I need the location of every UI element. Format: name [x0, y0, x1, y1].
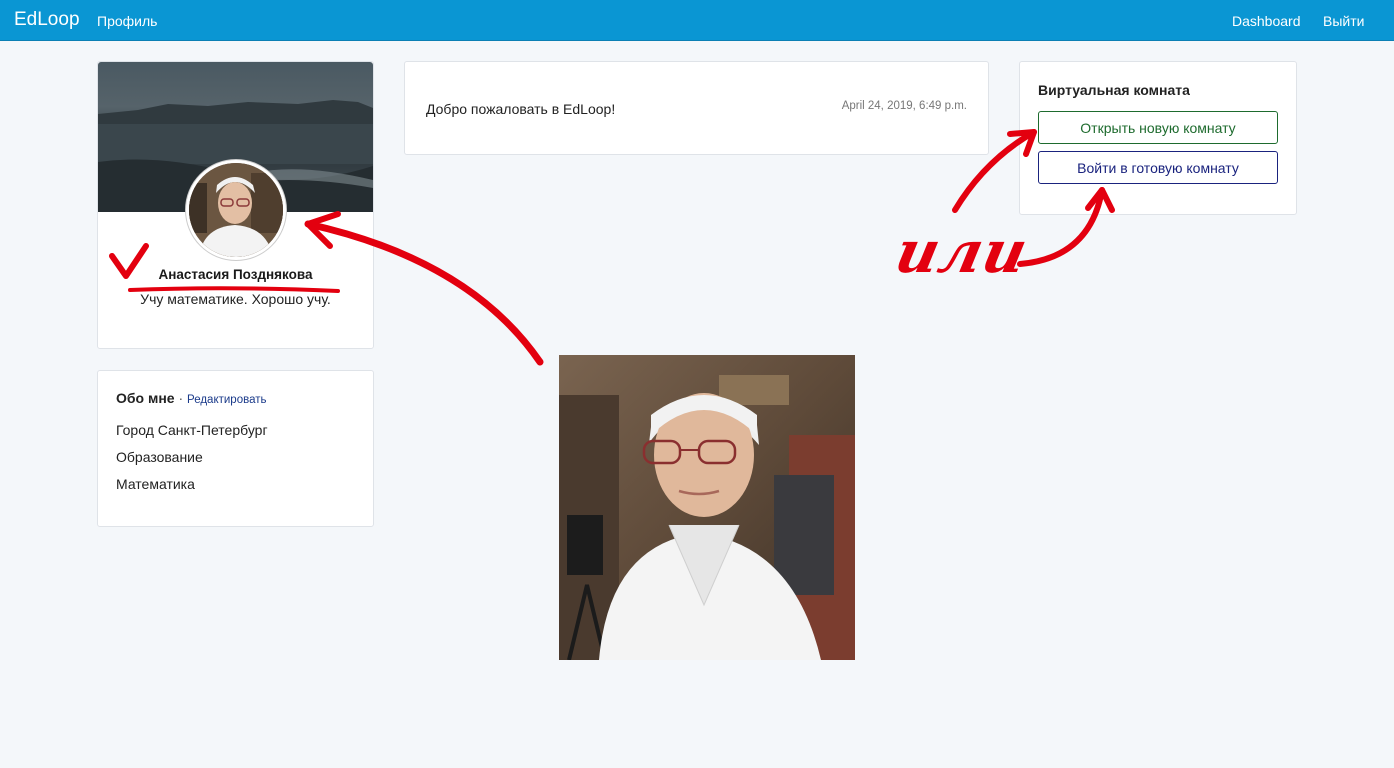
nav-dashboard-link[interactable]: Dashboard — [1232, 13, 1301, 29]
avatar[interactable] — [186, 160, 286, 260]
about-item-city: Город Санкт-Петербург — [116, 422, 268, 438]
virtual-room-title: Виртуальная комната — [1038, 82, 1190, 98]
about-separator: · — [178, 390, 184, 406]
feed-post-timestamp: April 24, 2019, 6:49 p.m. — [841, 100, 967, 112]
join-room-button[interactable]: Войти в готовую комнату — [1038, 151, 1278, 184]
about-item-subject: Математика — [116, 476, 195, 492]
profile-name: Анастасия Позднякова — [158, 267, 313, 282]
profile-card: Анастасия Позднякова Учу математике. Хор… — [97, 61, 374, 349]
profile-photo — [559, 355, 855, 660]
feed-post-message: Добро пожаловать в EdLoop! — [426, 101, 616, 117]
about-edit-link[interactable]: Редактировать — [187, 394, 266, 406]
about-title: Обо мне — [116, 390, 175, 406]
brand-logo[interactable]: EdLoop — [14, 9, 80, 31]
about-item-education: Образование — [116, 449, 203, 465]
profile-bio: Учу математике. Хорошо учу. — [140, 291, 331, 307]
top-navbar: EdLoop Профиль Dashboard Выйти — [0, 0, 1394, 41]
annotation-word: или — [889, 218, 1035, 286]
nav-logout-link[interactable]: Выйти — [1323, 13, 1364, 29]
open-new-room-button[interactable]: Открыть новую комнату — [1038, 111, 1278, 144]
feed-post-card: Добро пожаловать в EdLoop! April 24, 201… — [404, 61, 989, 155]
about-heading: Обо мне · Редактировать — [116, 390, 266, 406]
nav-profile-link[interactable]: Профиль — [97, 13, 157, 29]
about-card: Обо мне · Редактировать Город Санкт-Пете… — [97, 370, 374, 527]
virtual-room-card: Виртуальная комната Открыть новую комнат… — [1019, 61, 1297, 215]
